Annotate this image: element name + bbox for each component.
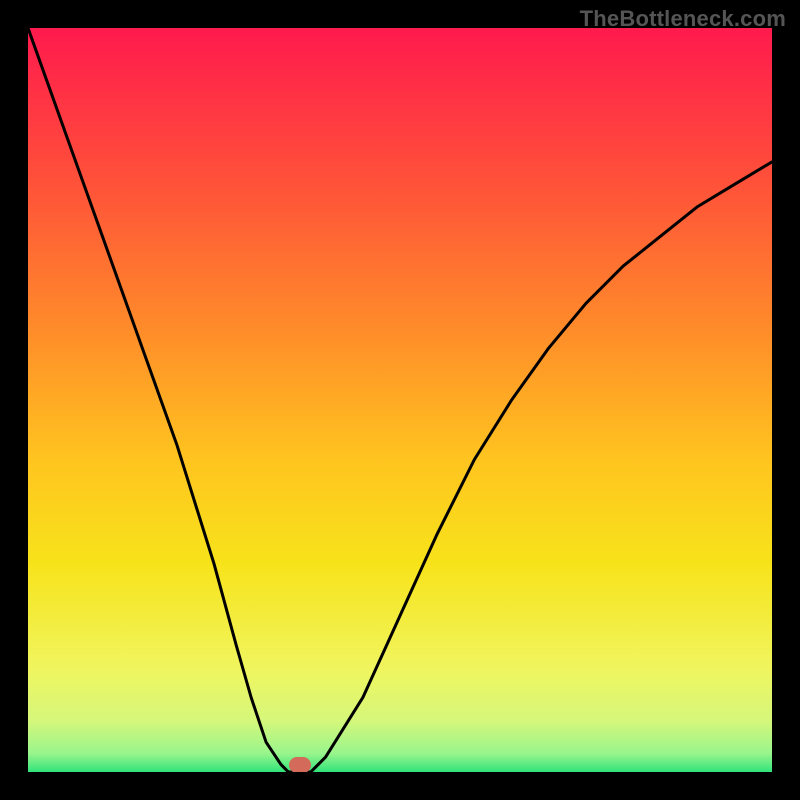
chart-frame: TheBottleneck.com — [0, 0, 800, 800]
optimal-marker — [289, 757, 311, 772]
watermark-text: TheBottleneck.com — [580, 6, 786, 32]
plot-area — [28, 28, 772, 772]
bottleneck-curve — [28, 28, 772, 772]
